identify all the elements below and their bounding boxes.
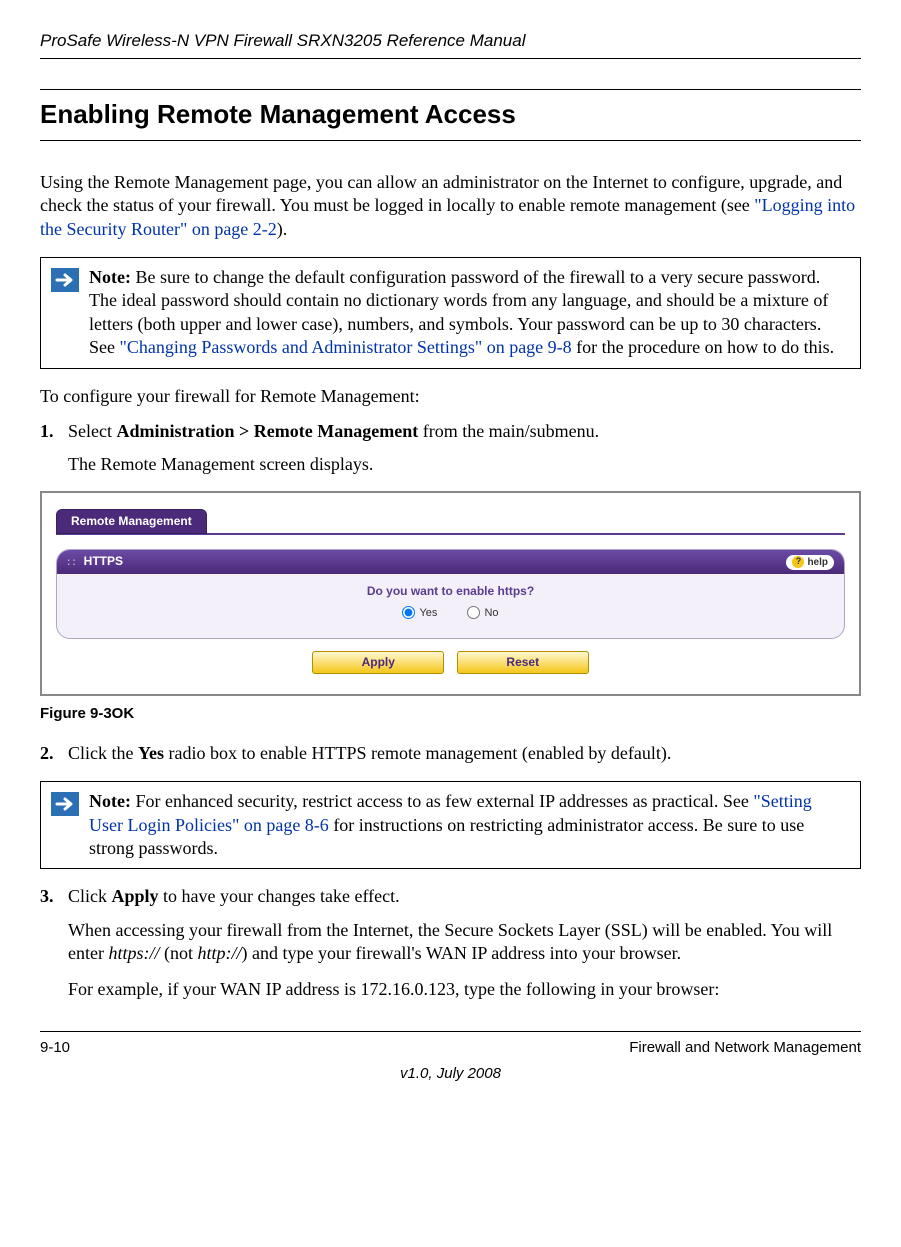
step-3: 3. Click Apply to have your changes take… [68,885,861,1001]
radio-row: Yes No [402,606,498,620]
panel-title: HTTPS [84,554,123,568]
s3-sub1-i1: https:// [108,943,159,963]
radio-no-label: No [484,606,498,620]
section-heading: Enabling Remote Management Access [40,89,861,141]
help-icon: ? [792,556,804,568]
apply-button[interactable]: Apply [312,651,444,675]
arrow-note-icon [51,792,79,816]
note-text-1: Note: Be sure to change the default conf… [89,258,860,368]
page-number: 9-10 [40,1038,70,1058]
drag-handle-icon: :: [67,557,78,568]
screenshot-frame: Remote Management ::HTTPS ?help Do you w… [40,491,861,697]
note-box-2: Note: For enhanced security, restrict ac… [40,781,861,869]
tab-remote-management[interactable]: Remote Management [56,509,207,535]
step-2-num: 2. [40,742,54,765]
intro-post: ). [277,219,288,239]
radio-no-input[interactable] [467,606,480,619]
running-header: ProSafe Wireless-N VPN Firewall SRXN3205… [40,30,861,59]
enable-https-question: Do you want to enable https? [77,584,824,600]
step-2: 2. Click the Yes radio box to enable HTT… [68,742,861,765]
note-label: Note: [89,267,131,287]
footer-section: Firewall and Network Management [629,1038,861,1058]
https-panel: ::HTTPS ?help Do you want to enable http… [56,549,845,638]
step-3-num: 3. [40,885,54,908]
step-3-pre: Click [68,886,112,906]
panel-title-wrap: ::HTTPS [67,554,123,570]
intro-pre: Using the Remote Management page, you ca… [40,172,842,215]
panel-header: ::HTTPS ?help [57,550,844,574]
help-label: help [807,556,828,569]
step-1-bold: Administration > Remote Management [116,421,418,441]
reset-button[interactable]: Reset [457,651,589,675]
radio-no[interactable]: No [467,606,498,620]
button-row: Apply Reset [56,649,845,675]
radio-yes[interactable]: Yes [402,606,437,620]
note1-post: for the procedure on how to do this. [572,337,834,357]
step-3-bold: Apply [112,886,159,906]
step-1-num: 1. [40,420,54,443]
radio-yes-input[interactable] [402,606,415,619]
figure-9-3: Remote Management ::HTTPS ?help Do you w… [40,491,861,697]
s3-sub1-i2: http:// [198,943,242,963]
note-icon [41,782,89,826]
note-box-1: Note: Be sure to change the default conf… [40,257,861,369]
intro-paragraph: Using the Remote Management page, you ca… [40,171,861,241]
step-3-sub1: When accessing your firewall from the In… [68,919,861,966]
note-label: Note: [89,791,131,811]
s3-sub1-post: ) and type your firewall's WAN IP addres… [242,943,682,963]
arrow-note-icon [51,268,79,292]
step-1: 1. Select Administration > Remote Manage… [68,420,861,477]
page-footer: 9-10 Firewall and Network Management [40,1031,861,1058]
step-2-post: radio box to enable HTTPS remote managem… [164,743,671,763]
figure-caption: Figure 9-3OK [40,704,861,724]
config-intro: To configure your firewall for Remote Ma… [40,385,861,408]
note2-pre: For enhanced security, restrict access t… [131,791,753,811]
step-3-sub2: For example, if your WAN IP address is 1… [68,978,861,1001]
step-2-bold: Yes [138,743,164,763]
note-text-2: Note: For enhanced security, restrict ac… [89,782,860,868]
help-button[interactable]: ?help [786,555,834,570]
radio-yes-label: Yes [419,606,437,620]
s3-sub1-mid: (not [160,943,198,963]
step-2-pre: Click the [68,743,138,763]
step-1-pre: Select [68,421,116,441]
step-1-post: from the main/submenu. [418,421,599,441]
step-1-sub: The Remote Management screen displays. [68,453,861,476]
note1-link[interactable]: "Changing Passwords and Administrator Se… [120,337,572,357]
footer-version: v1.0, July 2008 [40,1064,861,1084]
note-icon [41,258,89,302]
step-3-post: to have your changes take effect. [159,886,400,906]
panel-body: Do you want to enable https? Yes No [57,574,844,638]
tab-strip: Remote Management [56,507,845,536]
